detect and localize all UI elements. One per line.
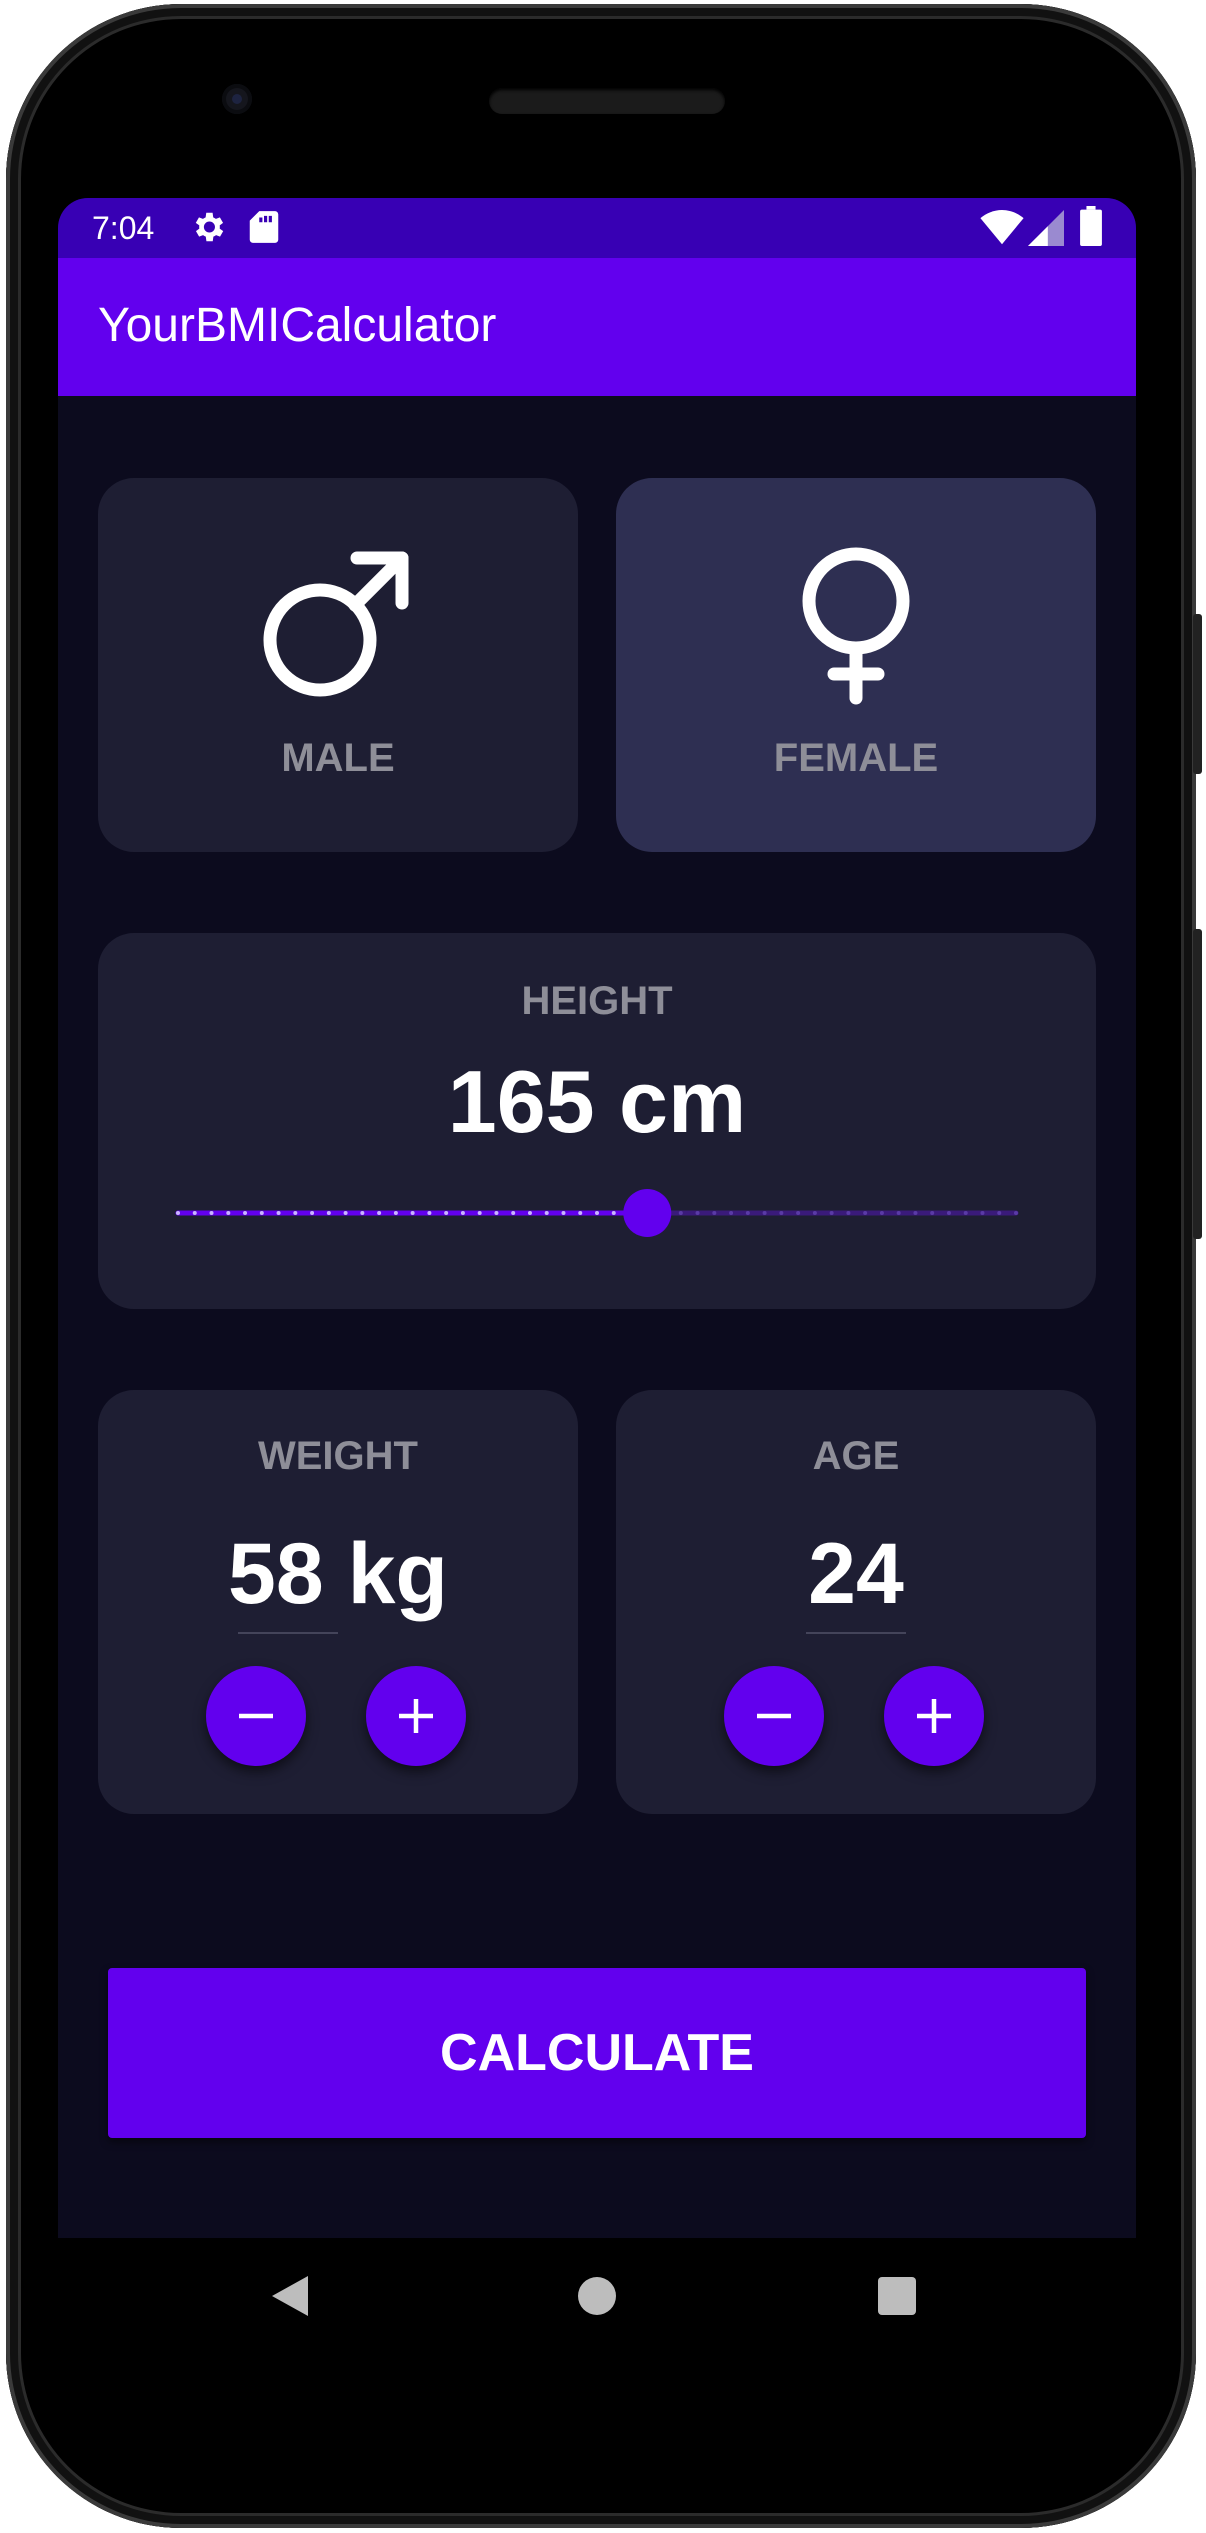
app-bar: YourBMICalculator bbox=[58, 258, 1136, 396]
height-slider[interactable] bbox=[172, 1183, 1022, 1243]
cell-signal-icon bbox=[1028, 210, 1064, 254]
slider-tick-mark bbox=[259, 1211, 264, 1215]
height-card: HEIGHT 165 cm bbox=[98, 933, 1096, 1309]
slider-tick-mark bbox=[946, 1211, 951, 1215]
slider-tick-mark bbox=[343, 1211, 348, 1215]
slider-tick-mark bbox=[511, 1211, 516, 1215]
power-button bbox=[1193, 614, 1202, 774]
settings-icon bbox=[189, 208, 227, 254]
male-label: MALE bbox=[281, 736, 395, 780]
slider-tick-mark bbox=[276, 1211, 281, 1215]
recents-icon[interactable] bbox=[877, 2276, 917, 2321]
female-symbol-icon bbox=[799, 546, 913, 711]
slider-tick-mark bbox=[695, 1211, 700, 1215]
slider-tick-mark bbox=[460, 1211, 465, 1215]
wifi-icon bbox=[980, 210, 1024, 254]
age-decrement-button[interactable] bbox=[724, 1666, 824, 1766]
volume-button bbox=[1193, 929, 1202, 1239]
slider-tick-mark bbox=[326, 1211, 331, 1215]
slider-tick-mark bbox=[812, 1211, 817, 1215]
slider-tick-mark bbox=[444, 1211, 449, 1215]
slider-tick-mark bbox=[393, 1211, 398, 1215]
slider-tick-mark bbox=[243, 1211, 248, 1215]
slider-tick-mark bbox=[310, 1211, 315, 1215]
slider-tick-mark bbox=[729, 1211, 734, 1215]
slider-tick-mark bbox=[863, 1211, 868, 1215]
slider-tick-mark bbox=[963, 1211, 968, 1215]
weight-decrement-button[interactable] bbox=[206, 1666, 306, 1766]
slider-tick-mark bbox=[879, 1211, 884, 1215]
slider-tick-mark bbox=[796, 1211, 801, 1215]
female-label: FEMALE bbox=[773, 736, 939, 780]
weight-unit: kg bbox=[347, 1526, 448, 1622]
slider-tick-mark bbox=[745, 1211, 750, 1215]
weight-value-underline bbox=[238, 1632, 338, 1634]
status-bar: 7:04 bbox=[58, 198, 1136, 258]
male-card[interactable]: MALE bbox=[98, 478, 578, 852]
slider-tick-mark bbox=[678, 1211, 683, 1215]
slider-thumb[interactable] bbox=[623, 1189, 672, 1237]
weight-value[interactable]: 58 bbox=[228, 1526, 324, 1622]
weight-increment-button[interactable] bbox=[366, 1666, 466, 1766]
age-label: AGE bbox=[812, 1434, 900, 1478]
height-value: 165 cm bbox=[447, 1052, 747, 1151]
back-icon[interactable] bbox=[272, 2276, 308, 2321]
slider-tick-mark bbox=[527, 1211, 532, 1215]
male-symbol-icon bbox=[262, 548, 412, 703]
earpiece-speaker bbox=[489, 88, 725, 114]
age-increment-button[interactable] bbox=[884, 1666, 984, 1766]
slider-tick-mark bbox=[427, 1211, 432, 1215]
weight-card: WEIGHT 58 kg bbox=[98, 1390, 578, 1814]
height-label: HEIGHT bbox=[521, 979, 673, 1023]
navigation-bar bbox=[58, 2238, 1136, 2348]
age-value[interactable]: 24 bbox=[616, 1525, 1096, 1624]
slider-tick-mark bbox=[209, 1211, 214, 1215]
slider-tick-mark bbox=[192, 1211, 197, 1215]
slider-tick-mark bbox=[1014, 1211, 1018, 1215]
slider-tick-mark bbox=[997, 1211, 1002, 1215]
slider-tick-mark bbox=[913, 1211, 918, 1215]
status-time: 7:04 bbox=[92, 210, 155, 246]
slider-tick-mark bbox=[410, 1211, 415, 1215]
slider-tick-mark bbox=[779, 1211, 784, 1215]
slider-tick-mark bbox=[293, 1211, 298, 1215]
app-title: YourBMICalculator bbox=[98, 299, 497, 352]
calculate-button[interactable]: CALCULATE bbox=[108, 1968, 1086, 2138]
slider-tick-mark bbox=[176, 1211, 180, 1215]
slider-tick-mark bbox=[544, 1211, 549, 1215]
slider-tick-mark bbox=[980, 1211, 985, 1215]
sd-card-icon bbox=[247, 208, 281, 254]
slider-tick-mark bbox=[829, 1211, 834, 1215]
slider-tick-mark bbox=[712, 1211, 717, 1215]
slider-tick-mark bbox=[561, 1211, 566, 1215]
app-screen: 7:04 YourBMICalculator MALE FEMALE HEIGH… bbox=[58, 198, 1136, 2238]
slider-tick-mark bbox=[611, 1211, 616, 1215]
age-card: AGE 24 bbox=[616, 1390, 1096, 1814]
female-card[interactable]: FEMALE bbox=[616, 478, 1096, 852]
slider-tick-mark bbox=[226, 1211, 231, 1215]
battery-icon bbox=[1080, 206, 1102, 254]
weight-label: WEIGHT bbox=[258, 1434, 418, 1478]
slider-tick-mark bbox=[377, 1211, 382, 1215]
slider-tick-mark bbox=[477, 1211, 482, 1215]
slider-tick-mark bbox=[360, 1211, 365, 1215]
slider-tick-mark bbox=[762, 1211, 767, 1215]
slider-tick-mark bbox=[896, 1211, 901, 1215]
slider-tick-mark bbox=[595, 1211, 599, 1215]
front-camera bbox=[222, 84, 252, 114]
slider-tick-mark bbox=[846, 1211, 851, 1215]
weight-display: 58 kg bbox=[98, 1525, 578, 1624]
home-icon[interactable] bbox=[577, 2276, 617, 2321]
age-value-underline bbox=[806, 1632, 906, 1634]
slider-tick-mark bbox=[494, 1211, 499, 1215]
slider-tick-mark bbox=[578, 1211, 583, 1215]
slider-tick-mark bbox=[930, 1211, 935, 1215]
